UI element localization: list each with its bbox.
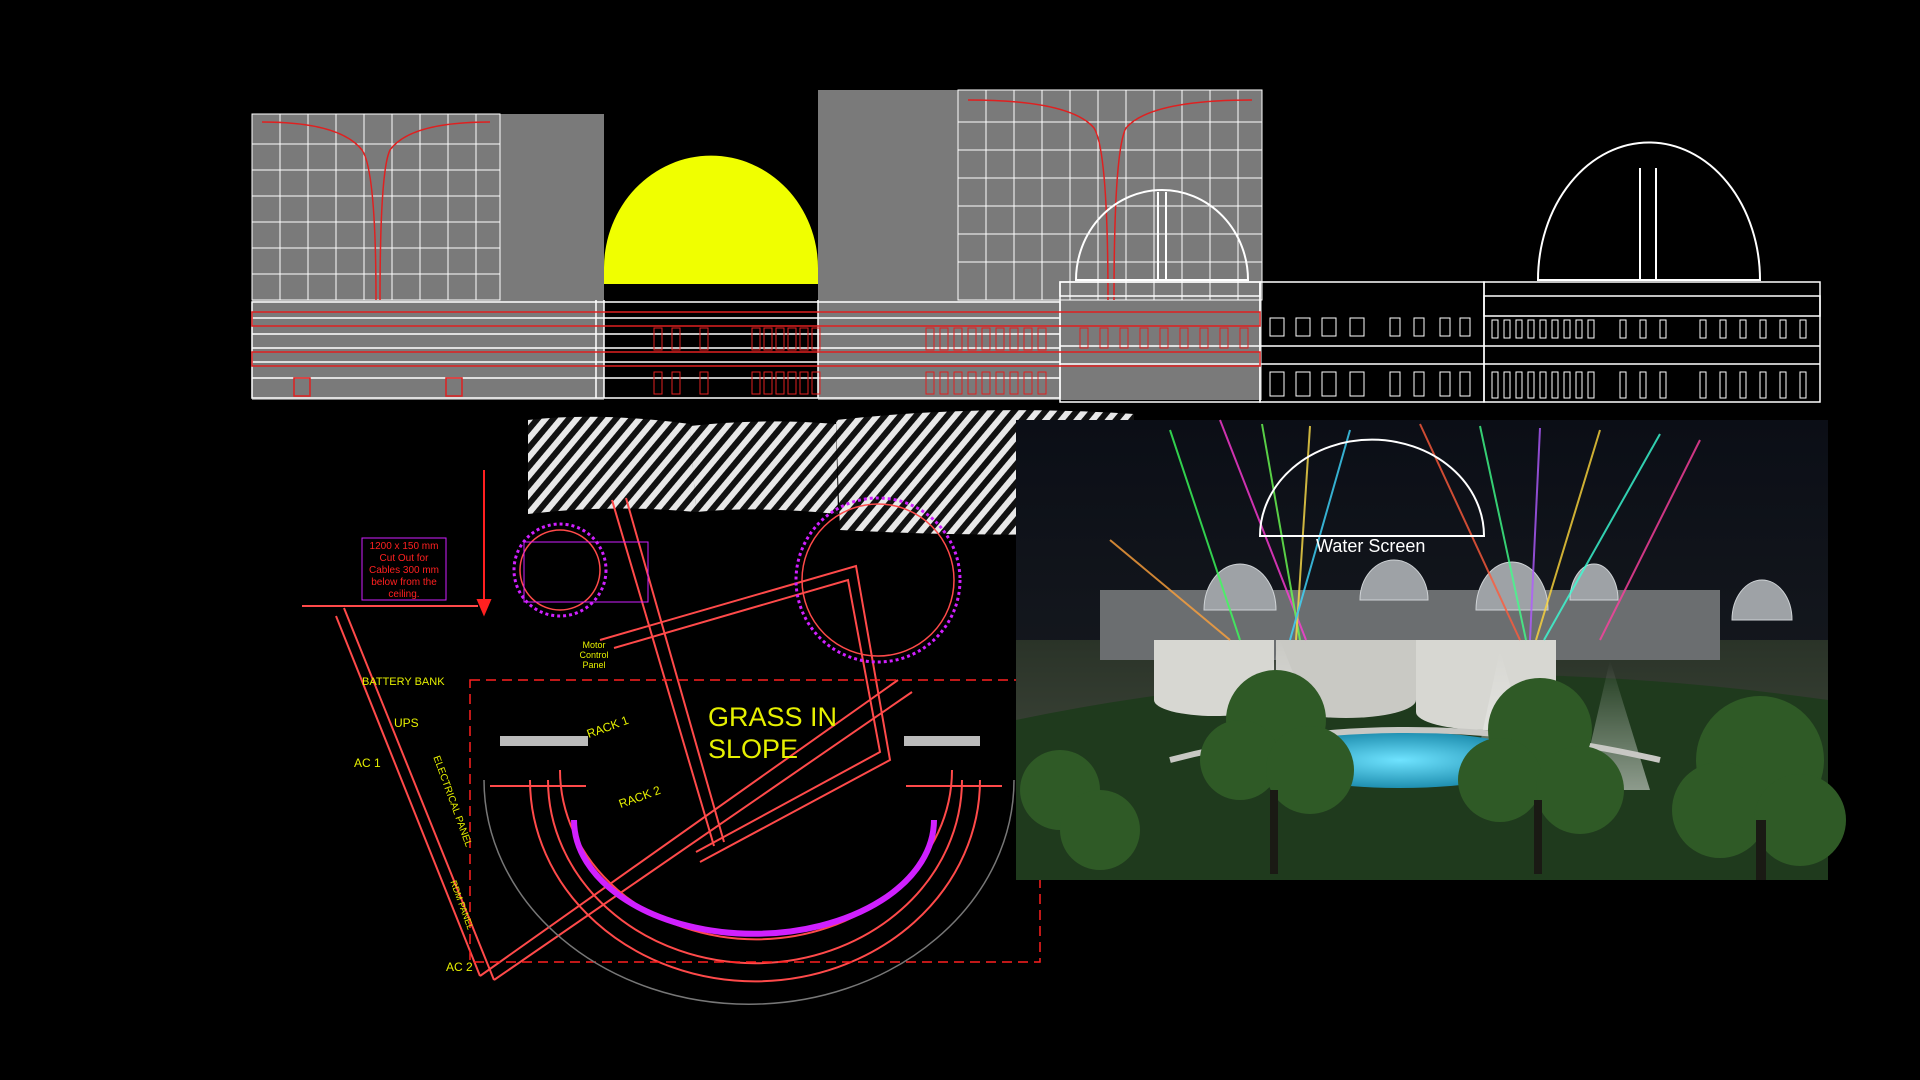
night-render [1016, 419, 1846, 880]
water-screen-label: Water Screen [1316, 536, 1426, 556]
drawing-sheet: 1200 x 150 mm Cut Out for Cables 300 mm … [0, 0, 1920, 1080]
